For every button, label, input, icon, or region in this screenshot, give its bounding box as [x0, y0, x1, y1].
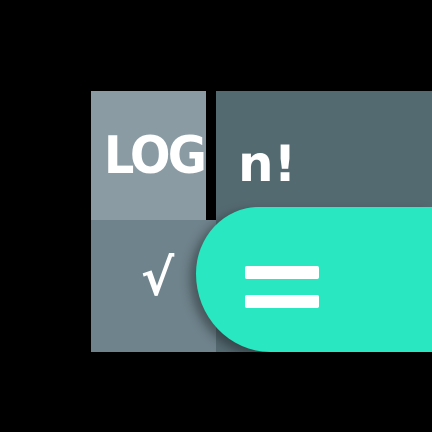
log-key: LOG: [91, 91, 207, 220]
icon-canvas: LOG n! √: [0, 0, 432, 432]
factorial-key-label: n!: [238, 135, 297, 193]
log-key-label: LOG: [103, 125, 207, 186]
equals-icon-bar-bottom: [245, 295, 319, 308]
square-root-key-label: √: [140, 249, 175, 307]
equals-icon: [245, 266, 319, 310]
equals-icon-bar-top: [245, 266, 319, 279]
